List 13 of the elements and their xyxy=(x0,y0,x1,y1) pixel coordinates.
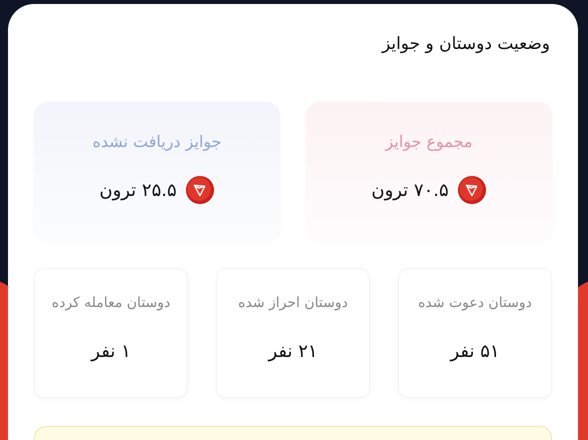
prize-amount: ۷۰.۵ ترون xyxy=(371,180,449,200)
stat-label: دوستان احراز شده xyxy=(238,295,348,311)
prize-label: مجموع جوایز xyxy=(386,132,472,151)
prize-label: جوایز دریافت نشده xyxy=(92,132,222,151)
stat-label: دوستان معامله کرده xyxy=(52,295,170,311)
stat-label: دوستان دعوت شده xyxy=(418,295,532,311)
panel-title: وضعیت دوستان و جوایز xyxy=(380,34,551,56)
prize-amount: ۲۵.۵ ترون xyxy=(99,180,177,200)
stat-value: ۵۱ نفر xyxy=(450,341,500,362)
coin-icon xyxy=(456,175,487,205)
stat-value: ۱ نفر xyxy=(91,341,131,362)
stat-value: ۲۱ نفر xyxy=(268,341,318,362)
coin-icon xyxy=(184,175,215,205)
